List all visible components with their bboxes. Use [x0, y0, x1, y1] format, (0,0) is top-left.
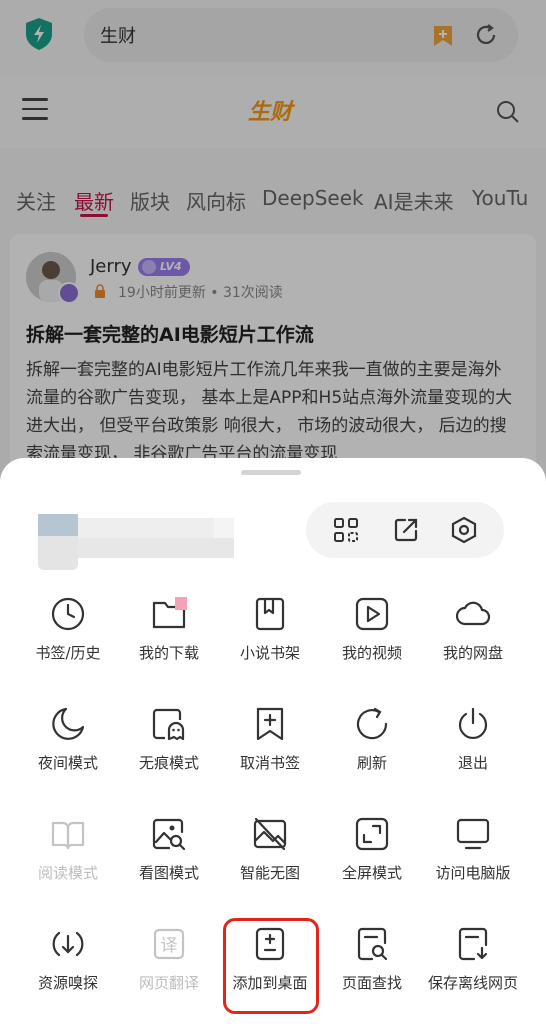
ghost-icon: [152, 708, 185, 741]
share-icon[interactable]: [392, 516, 420, 544]
save-offline-icon: [458, 927, 488, 961]
menu-item-label: 取消书签: [239, 754, 300, 772]
menu-item-label: 全屏模式: [341, 864, 402, 882]
menu-item-label: 书签/历史: [35, 644, 101, 662]
menu-item-label: 访问电脑版: [435, 864, 511, 882]
book-bookmark-icon: [255, 597, 285, 631]
menu-item-desktop-version[interactable]: 访问电脑版: [421, 816, 525, 906]
menu-item-image-mode[interactable]: 看图模式: [117, 816, 221, 906]
translate-icon: 译: [153, 928, 185, 960]
quick-tools: [306, 502, 504, 558]
refresh-icon: [356, 707, 388, 740]
moon-icon: [52, 707, 85, 740]
menu-item-cloud-drive[interactable]: 我的网盘: [421, 596, 525, 686]
sheet-grabber[interactable]: [241, 470, 301, 475]
cloud-icon: [455, 601, 491, 626]
play-icon: [355, 597, 389, 631]
antenna-icon: [52, 931, 84, 957]
menu-item-label: 我的下载: [138, 644, 199, 662]
menu-item-translate[interactable]: 译 网页翻译: [117, 926, 221, 1016]
menu-item-label: 退出: [457, 754, 488, 772]
menu-item-label: 我的视频: [341, 644, 402, 662]
account-avatar-blurred[interactable]: [38, 514, 234, 570]
menu-item-label: 小说书架: [239, 644, 300, 662]
menu-item-label: 我的网盘: [442, 644, 503, 662]
monitor-icon: [456, 818, 490, 850]
folder-icon: [152, 597, 187, 629]
menu-item-no-image[interactable]: 智能无图: [218, 816, 322, 906]
menu-item-incognito[interactable]: 无痕模式: [117, 706, 221, 796]
menu-item-novel-shelf[interactable]: 小说书架: [218, 596, 322, 686]
menu-item-downloads[interactable]: 我的下载: [117, 596, 221, 686]
menu-item-night-mode[interactable]: 夜间模式: [16, 706, 120, 796]
menu-item-label: 资源嗅探: [37, 974, 98, 992]
settings-icon[interactable]: [450, 516, 478, 544]
power-icon: [458, 707, 488, 739]
menu-item-label: 页面查找: [341, 974, 402, 992]
menu-item-label: 看图模式: [138, 864, 199, 882]
clock-icon: [51, 597, 85, 631]
page-search-icon: [357, 927, 388, 961]
menu-item-videos[interactable]: 我的视频: [320, 596, 424, 686]
menu-item-label: 阅读模式: [37, 864, 98, 882]
menu-item-label: 保存离线网页: [427, 974, 518, 992]
menu-item-find-in-page[interactable]: 页面查找: [320, 926, 424, 1016]
svg-text:译: 译: [161, 936, 178, 956]
menu-item-remove-bookmark[interactable]: 取消书签: [218, 706, 322, 796]
menu-item-bookmarks-history[interactable]: 书签/历史: [16, 596, 120, 686]
fullscreen-icon: [355, 817, 389, 851]
menu-item-reading-mode[interactable]: 阅读模式: [16, 816, 120, 906]
highlight-outline: [223, 918, 319, 1014]
menu-item-label: 夜间模式: [37, 754, 98, 772]
no-image-icon: [253, 817, 287, 851]
open-book-icon: [51, 821, 85, 850]
image-view-icon: [152, 818, 186, 851]
scan-grid-icon[interactable]: [332, 516, 360, 544]
menu-item-label: 刷新: [356, 754, 387, 772]
menu-item-save-offline[interactable]: 保存离线网页: [421, 926, 525, 1016]
bookmark-add-icon: [256, 707, 284, 741]
menu-item-fullscreen[interactable]: 全屏模式: [320, 816, 424, 906]
menu-item-exit[interactable]: 退出: [421, 706, 525, 796]
menu-item-label: 网页翻译: [138, 974, 199, 992]
menu-item-refresh[interactable]: 刷新: [320, 706, 424, 796]
menu-item-label: 智能无图: [239, 864, 300, 882]
menu-item-label: 无痕模式: [138, 754, 199, 772]
menu-item-resource-sniffer[interactable]: 资源嗅探: [16, 926, 120, 1016]
